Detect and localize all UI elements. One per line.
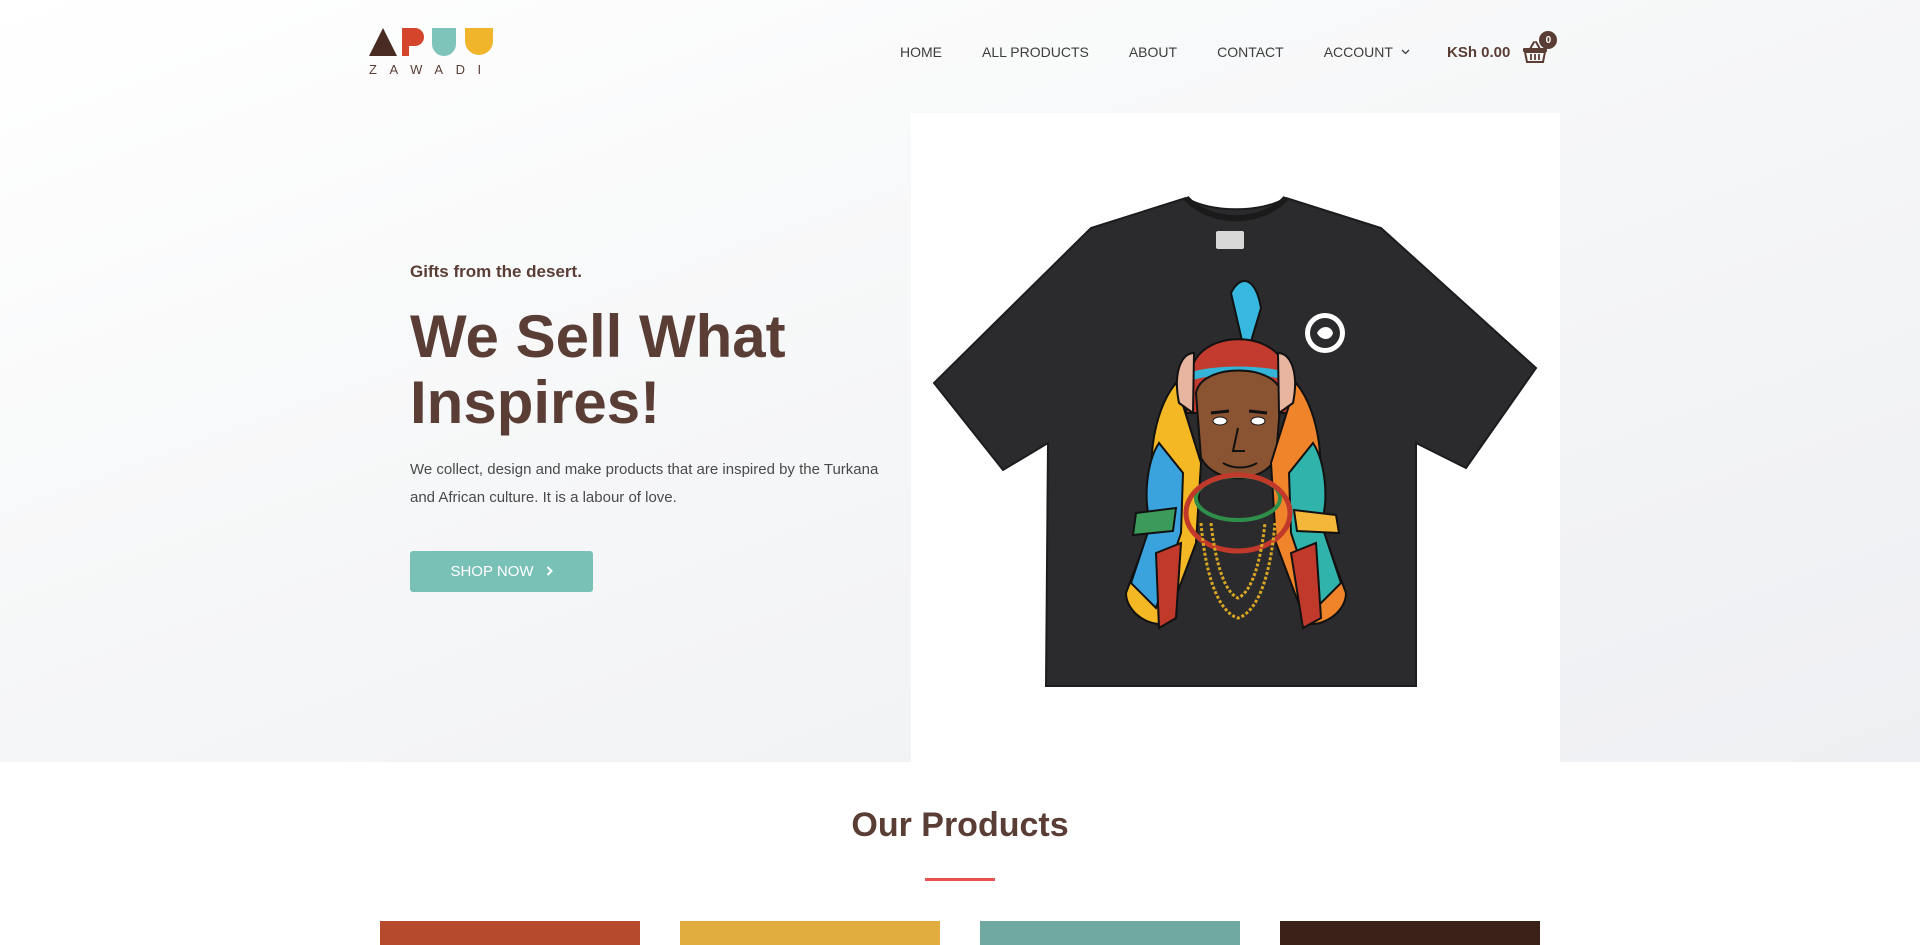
cart-count-badge: 0 (1539, 31, 1558, 49)
nav-all-products-label: ALL PRODUCTS (982, 44, 1089, 60)
brand-name: ZAWADI (369, 62, 494, 77)
cart[interactable]: KSh 0.00 0 (1447, 31, 1558, 64)
product-card[interactable] (380, 921, 640, 945)
nav-about[interactable]: ABOUT (1129, 44, 1177, 60)
hero-tagline: Gifts from the desert. (410, 262, 582, 281)
main-nav: HOME ALL PRODUCTS ABOUT CONTACT ACCOUNT (900, 44, 1450, 60)
chevron-right-icon (546, 564, 553, 579)
products-section-title: Our Products (851, 806, 1069, 844)
site-header: ZAWADI HOME ALL PRODUCTS ABOUT CONTACT A… (0, 0, 1920, 110)
hero-product-image[interactable] (911, 113, 1560, 762)
product-card[interactable] (680, 921, 940, 945)
nav-all-products[interactable]: ALL PRODUCTS (982, 44, 1089, 60)
nav-account[interactable]: ACCOUNT (1324, 44, 1410, 60)
nav-home-label: HOME (900, 44, 942, 60)
hero-text: Gifts from the desert. We Sell What Inspi… (410, 262, 890, 592)
hero-headline: We Sell What Inspires! (410, 303, 786, 436)
shop-now-button[interactable]: SHOP NOW (410, 551, 593, 592)
brand-logo[interactable]: ZAWADI (369, 26, 494, 82)
cart-total: KSh 0.00 (1447, 43, 1511, 61)
chevron-down-icon (1401, 47, 1410, 58)
basket-icon[interactable]: 0 (1522, 31, 1558, 64)
nav-account-label: ACCOUNT (1323, 44, 1393, 60)
nav-contact-label: CONTACT (1217, 44, 1284, 60)
product-card[interactable] (1280, 921, 1540, 945)
shirt-label (1216, 231, 1244, 249)
logo-shapes-icon (369, 28, 493, 56)
nav-home[interactable]: HOME (900, 44, 942, 60)
hero-description: We collect, design and make products tha… (410, 461, 879, 506)
shop-now-label: SHOP NOW (450, 563, 534, 580)
product-card[interactable] (980, 921, 1240, 945)
title-underline (925, 878, 995, 881)
logo-mark (369, 26, 494, 56)
nav-about-label: ABOUT (1128, 44, 1178, 60)
nav-contact[interactable]: CONTACT (1217, 44, 1284, 60)
tshirt-illustration (932, 195, 1538, 687)
